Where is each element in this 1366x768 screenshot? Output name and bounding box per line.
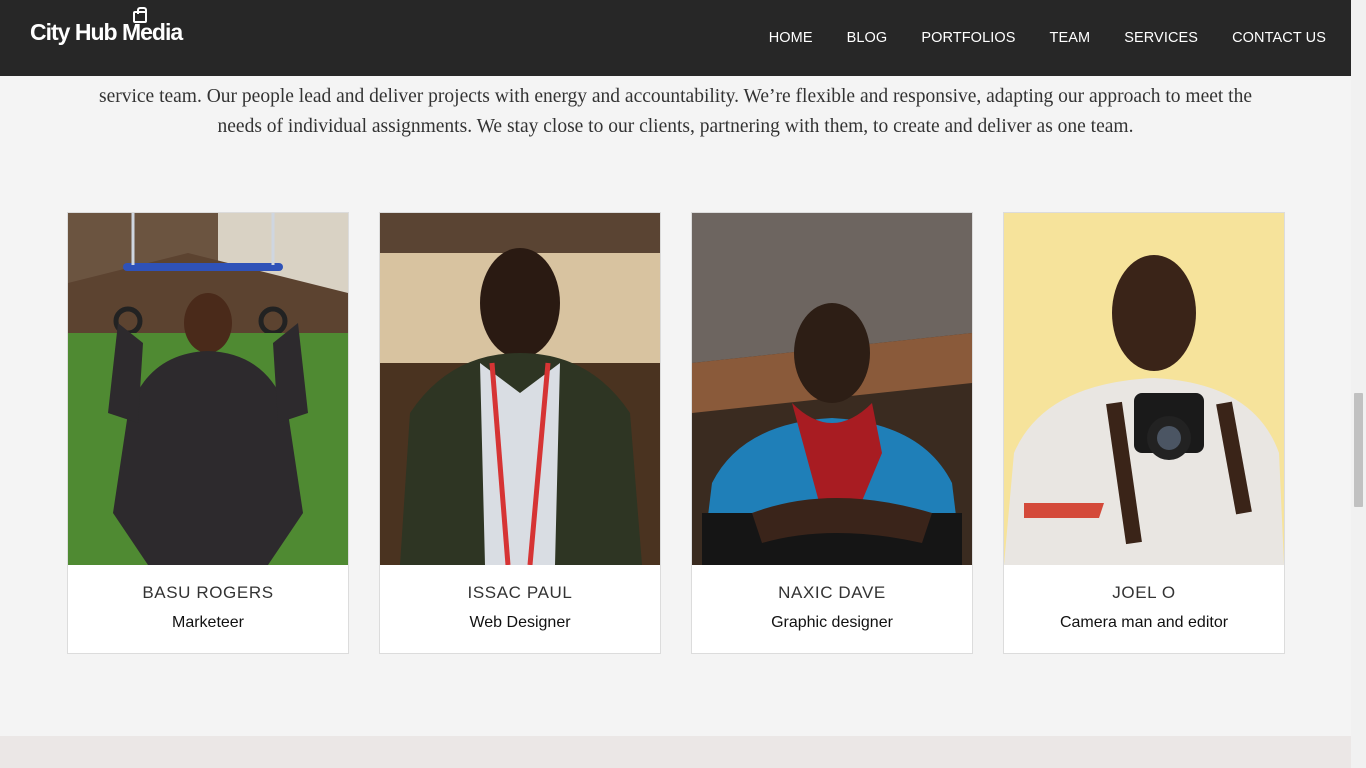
top-navbar: City Hub Media HOME BLOG PORTFOLIOS TEAM… bbox=[0, 0, 1351, 76]
nav-portfolios[interactable]: PORTFOLIOS bbox=[921, 30, 1015, 46]
nav-blog[interactable]: BLOG bbox=[847, 30, 888, 46]
team-member-role: Web Designer bbox=[469, 614, 571, 631]
team-member-photo bbox=[692, 213, 972, 565]
main-nav: HOME BLOG PORTFOLIOS TEAM SERVICES CONTA… bbox=[735, 0, 1326, 76]
shopping-bag-icon bbox=[133, 7, 147, 23]
team-member-role: Graphic designer bbox=[771, 614, 893, 631]
intro-line: needs of individual assignments. We stay… bbox=[217, 116, 1134, 137]
intro-line: service team. Our people lead and delive… bbox=[98, 86, 1252, 107]
team-card[interactable]: NAXIC DAVE Graphic designer bbox=[691, 212, 973, 654]
nav-contact-us[interactable]: CONTACT US bbox=[1232, 30, 1326, 46]
team-member-name: NAXIC DAVE bbox=[778, 583, 886, 602]
team-member-photo bbox=[68, 213, 348, 565]
team-member-name: ISSAC PAUL bbox=[467, 583, 573, 602]
brand-logo-text: City Hub Media bbox=[30, 19, 183, 45]
team-card[interactable]: BASU ROGERS Marketeer bbox=[67, 212, 349, 654]
brand-logo[interactable]: City Hub Media bbox=[30, 7, 183, 48]
team-card[interactable]: ISSAC PAUL Web Designer bbox=[379, 212, 661, 654]
team-member-role: Camera man and editor bbox=[1059, 614, 1229, 631]
nav-services[interactable]: SERVICES bbox=[1124, 30, 1198, 46]
team-member-name: BASU ROGERS bbox=[142, 583, 274, 602]
team-member-name: JOEL O bbox=[1112, 583, 1176, 602]
team-member-role: Marketeer bbox=[171, 614, 245, 631]
footer-band bbox=[0, 736, 1351, 768]
team-member-photo bbox=[1004, 213, 1284, 565]
scrollbar-thumb[interactable] bbox=[1354, 393, 1363, 507]
nav-team[interactable]: TEAM bbox=[1050, 30, 1091, 46]
page-scrollbar[interactable] bbox=[1351, 0, 1366, 768]
nav-home[interactable]: HOME bbox=[769, 30, 813, 46]
team-member-photo bbox=[380, 213, 660, 565]
team-card[interactable]: JOEL O Camera man and editor bbox=[1003, 212, 1285, 654]
